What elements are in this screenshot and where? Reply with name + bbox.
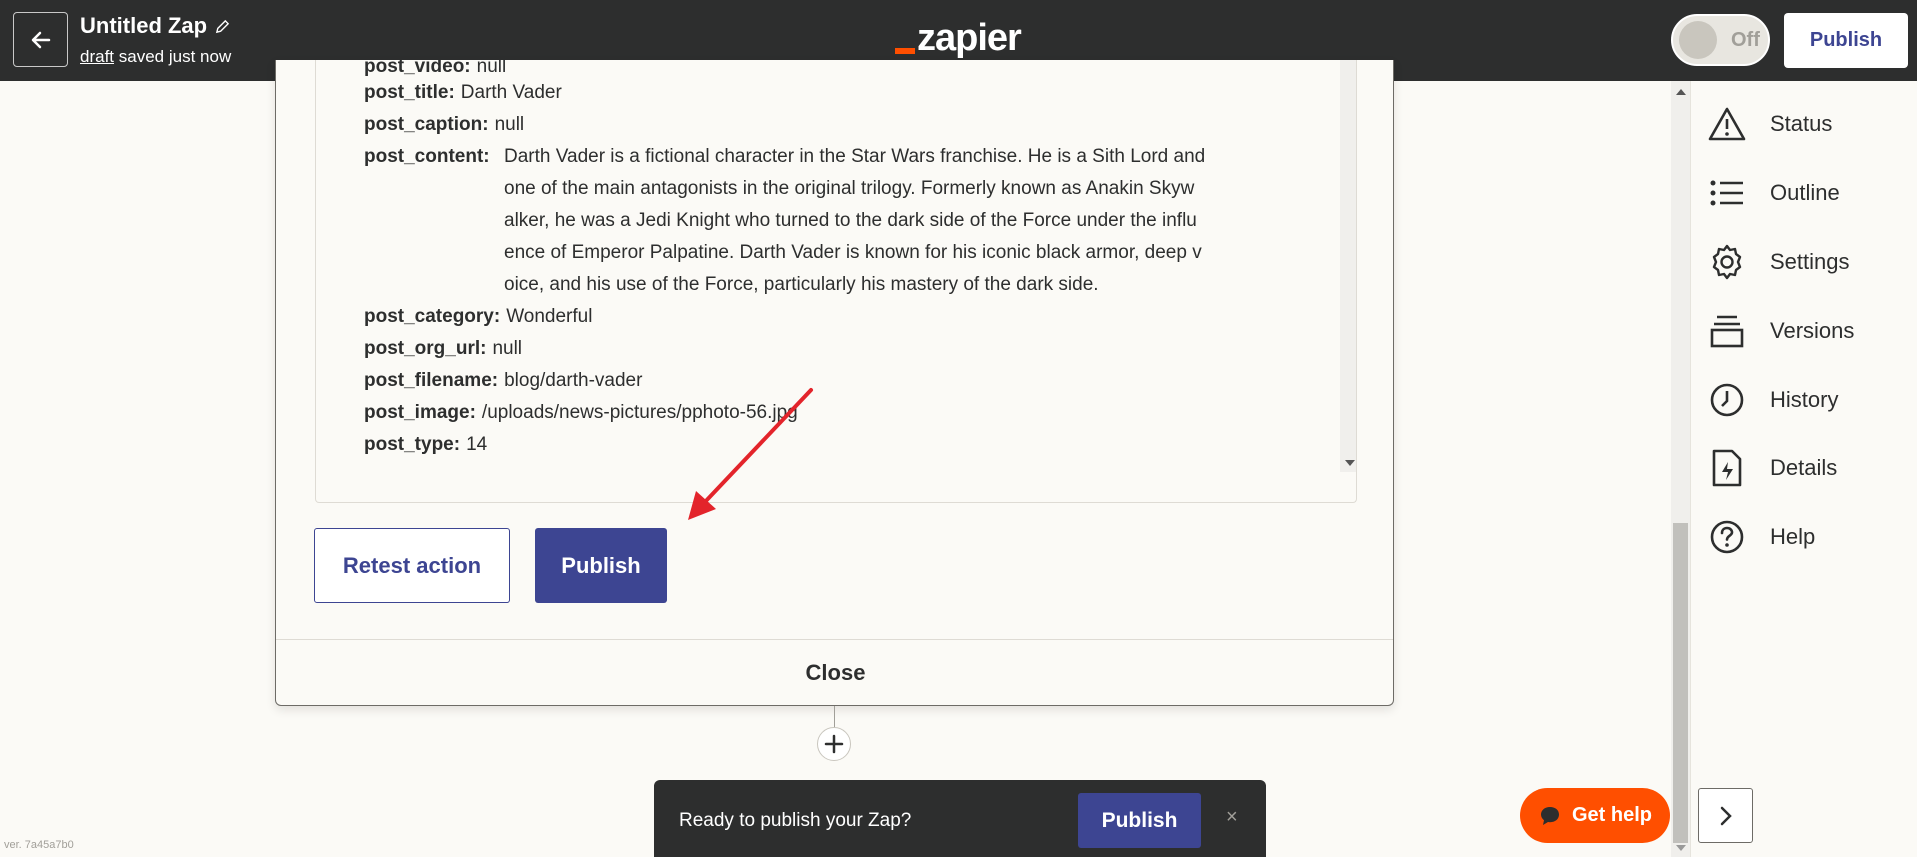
right-sidebar: Status Outline Settings Versions History… (1690, 81, 1917, 857)
close-modal-button[interactable]: Close (276, 640, 1393, 705)
sidebar-item-status[interactable]: Status (1707, 104, 1832, 144)
publish-banner: Ready to publish your Zap? Publish × (654, 780, 1266, 857)
get-help-button[interactable]: Get help (1520, 788, 1670, 843)
add-step-button[interactable] (817, 727, 851, 761)
saved-text: saved just now (118, 47, 232, 66)
field-value: null (492, 338, 523, 359)
field-value: 14 (466, 434, 488, 455)
field-value: blog/darth-vader (504, 370, 643, 391)
content-line: alker, he was a Jedi Knight who turned t… (504, 210, 1197, 231)
content-line: ence of Emperor Palpatine. Darth Vader i… (504, 242, 1202, 263)
field-key: post_org_url: (364, 338, 487, 359)
banner-publish-button[interactable]: Publish (1078, 793, 1201, 848)
field-row: post_title: Darth Vader (364, 77, 562, 109)
record-scrollbar[interactable] (1340, 60, 1356, 472)
sidebar-item-settings[interactable]: Settings (1707, 242, 1850, 282)
sidebar-item-history[interactable]: History (1707, 380, 1838, 420)
field-row: post_org_url: null (364, 333, 522, 365)
field-value: Wonderful (506, 306, 593, 327)
toggle-knob (1679, 21, 1717, 59)
sidebar-item-label: History (1770, 387, 1839, 412)
chat-bubble-icon (1540, 806, 1559, 825)
modal-publish-button[interactable]: Publish (535, 528, 667, 603)
pencil-icon[interactable] (215, 19, 230, 34)
record-data-box: post_video: null post_title: Darth Vader… (315, 60, 1357, 503)
logo-underscore (895, 48, 915, 54)
arrow-left-icon (31, 31, 50, 48)
field-key: post_category: (364, 306, 501, 327)
field-row: post_category: Wonderful (364, 301, 592, 333)
scroll-down-arrow-icon[interactable] (1345, 460, 1355, 466)
field-key: post_title: (364, 82, 455, 103)
annotation-arrow-icon (688, 388, 813, 520)
retest-action-button[interactable]: Retest action (314, 528, 510, 603)
sidebar-item-label: Details (1770, 455, 1838, 480)
field-value: null (494, 114, 525, 135)
chevron-right-icon (1720, 806, 1732, 825)
help-icon (1707, 517, 1747, 557)
field-row: post_caption: null (364, 109, 524, 141)
field-value: Darth Vader (460, 82, 562, 103)
field-key: post_image: (364, 402, 476, 423)
logo-text: zapier (917, 17, 1022, 59)
scrollbar-thumb[interactable] (1673, 523, 1688, 843)
versions-icon (1707, 311, 1747, 351)
content-line: oice, and his use of the Force, particul… (504, 274, 1099, 295)
sidebar-item-outline[interactable]: Outline (1707, 173, 1840, 213)
back-button[interactable] (13, 12, 68, 67)
clock-icon (1707, 380, 1747, 420)
gear-icon (1707, 242, 1747, 282)
sidebar-item-label: Versions (1770, 318, 1855, 343)
plus-icon (824, 734, 844, 754)
banner-text: Ready to publish your Zap? (679, 810, 912, 831)
sidebar-item-help[interactable]: Help (1707, 517, 1815, 557)
header-publish-button[interactable]: Publish (1784, 13, 1908, 68)
scroll-up-arrow-icon[interactable] (1676, 89, 1686, 95)
toggle-label: Off (1731, 28, 1760, 51)
get-help-label: Get help (1571, 804, 1652, 826)
zap-save-status: draft saved just now (80, 47, 231, 67)
file-bolt-icon (1707, 448, 1747, 488)
zap-title[interactable]: Untitled Zap (80, 13, 230, 39)
test-result-modal: post_video: null post_title: Darth Vader… (275, 60, 1394, 706)
field-key: post_caption: (364, 114, 489, 135)
sidebar-item-versions[interactable]: Versions (1707, 311, 1854, 351)
field-key: post_content: (364, 146, 490, 167)
content-line: Darth Vader is a fictional character in … (504, 146, 1206, 167)
list-icon (1707, 173, 1747, 213)
field-key: post_filename: (364, 370, 499, 391)
post-content-value: Darth Vader is a fictional character in … (504, 141, 1294, 301)
warning-icon (1707, 104, 1747, 144)
record-data-scroll-area[interactable]: post_video: null post_title: Darth Vader… (364, 60, 1294, 472)
field-row: post_content: (364, 141, 496, 173)
sidebar-item-details[interactable]: Details (1707, 448, 1837, 488)
version-label: ver. 7a45a7b0 (4, 839, 74, 851)
field-row: post_type: 14 (364, 429, 487, 461)
scroll-down-arrow-icon[interactable] (1676, 845, 1686, 851)
field-row: post_filename: blog/darth-vader (364, 365, 642, 397)
expand-sidebar-button[interactable] (1698, 788, 1753, 843)
zap-title-text[interactable]: Untitled Zap (80, 13, 207, 39)
banner-close-icon[interactable]: × (1226, 806, 1238, 829)
zapier-logo: zapier (895, 17, 1022, 59)
draft-link[interactable]: draft (80, 47, 114, 66)
sidebar-item-label: Outline (1770, 180, 1840, 205)
field-key: post_type: (364, 434, 461, 455)
sidebar-item-label: Status (1770, 111, 1833, 136)
canvas-scrollbar[interactable] (1671, 81, 1690, 857)
sidebar-item-label: Help (1770, 524, 1816, 549)
step-connector (834, 706, 835, 728)
zap-on-off-toggle[interactable]: Off (1671, 14, 1770, 66)
content-line: one of the main antagonists in the origi… (504, 178, 1195, 199)
sidebar-item-label: Settings (1770, 249, 1850, 274)
